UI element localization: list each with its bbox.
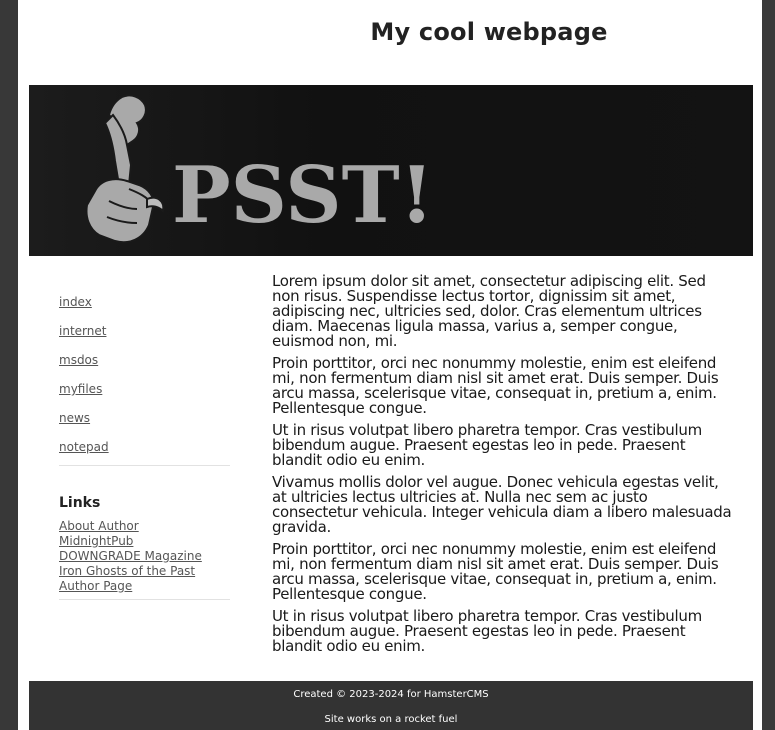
links-divider bbox=[59, 599, 230, 600]
sidebar-item-msdos[interactable]: msdos bbox=[59, 349, 230, 378]
footer-copyright: Created © 2023-2024 for HamsterCMS bbox=[293, 689, 489, 700]
content-paragraph: Proin porttitor, orci nec nonummy molest… bbox=[272, 540, 719, 603]
link-iron-ghosts[interactable]: Iron Ghosts of the Past bbox=[59, 564, 230, 579]
sidebar-item-myfiles[interactable]: myfiles bbox=[59, 378, 230, 407]
scroll-gutter bbox=[762, 0, 775, 730]
banner-text: PSST! bbox=[172, 150, 434, 241]
content-paragraph: Proin porttitor, orci nec nonummy molest… bbox=[272, 354, 719, 417]
link-downgrade-magazine[interactable]: DOWNGRADE Magazine bbox=[59, 549, 230, 564]
link-midnightpub[interactable]: MidnightPub bbox=[59, 534, 230, 549]
page-container: My cool webpage PSST! index internet msd… bbox=[18, 0, 762, 730]
content-paragraph: Ut in risus volutpat libero pharetra tem… bbox=[272, 421, 702, 469]
content-paragraph: Vivamus mollis dolor vel augue. Donec ve… bbox=[272, 473, 732, 536]
link-about-author[interactable]: About Author bbox=[59, 519, 230, 534]
sidebar-item-index[interactable]: index bbox=[59, 291, 230, 320]
main-content: Lorem ipsum dolor sit amet, consectetur … bbox=[272, 274, 732, 661]
page-title: My cool webpage bbox=[370, 18, 608, 46]
sidebar-item-internet[interactable]: internet bbox=[59, 320, 230, 349]
header-banner: PSST! bbox=[29, 85, 753, 256]
sidebar-item-notepad[interactable]: notepad bbox=[59, 436, 230, 465]
link-author-page[interactable]: Author Page bbox=[59, 579, 230, 594]
sidebar-item-news[interactable]: news bbox=[59, 407, 230, 436]
footer-tagline: Site works on a rocket fuel bbox=[324, 714, 458, 725]
content-paragraph: Ut in risus volutpat libero pharetra tem… bbox=[272, 607, 702, 655]
content-paragraph: Lorem ipsum dolor sit amet, consectetur … bbox=[272, 272, 706, 350]
links-heading: Links bbox=[59, 495, 101, 511]
sidebar: index internet msdos myfiles news notepa… bbox=[59, 291, 230, 600]
sidebar-divider bbox=[59, 465, 230, 466]
site-footer: Created © 2023-2024 for HamsterCMS Site … bbox=[29, 681, 753, 730]
